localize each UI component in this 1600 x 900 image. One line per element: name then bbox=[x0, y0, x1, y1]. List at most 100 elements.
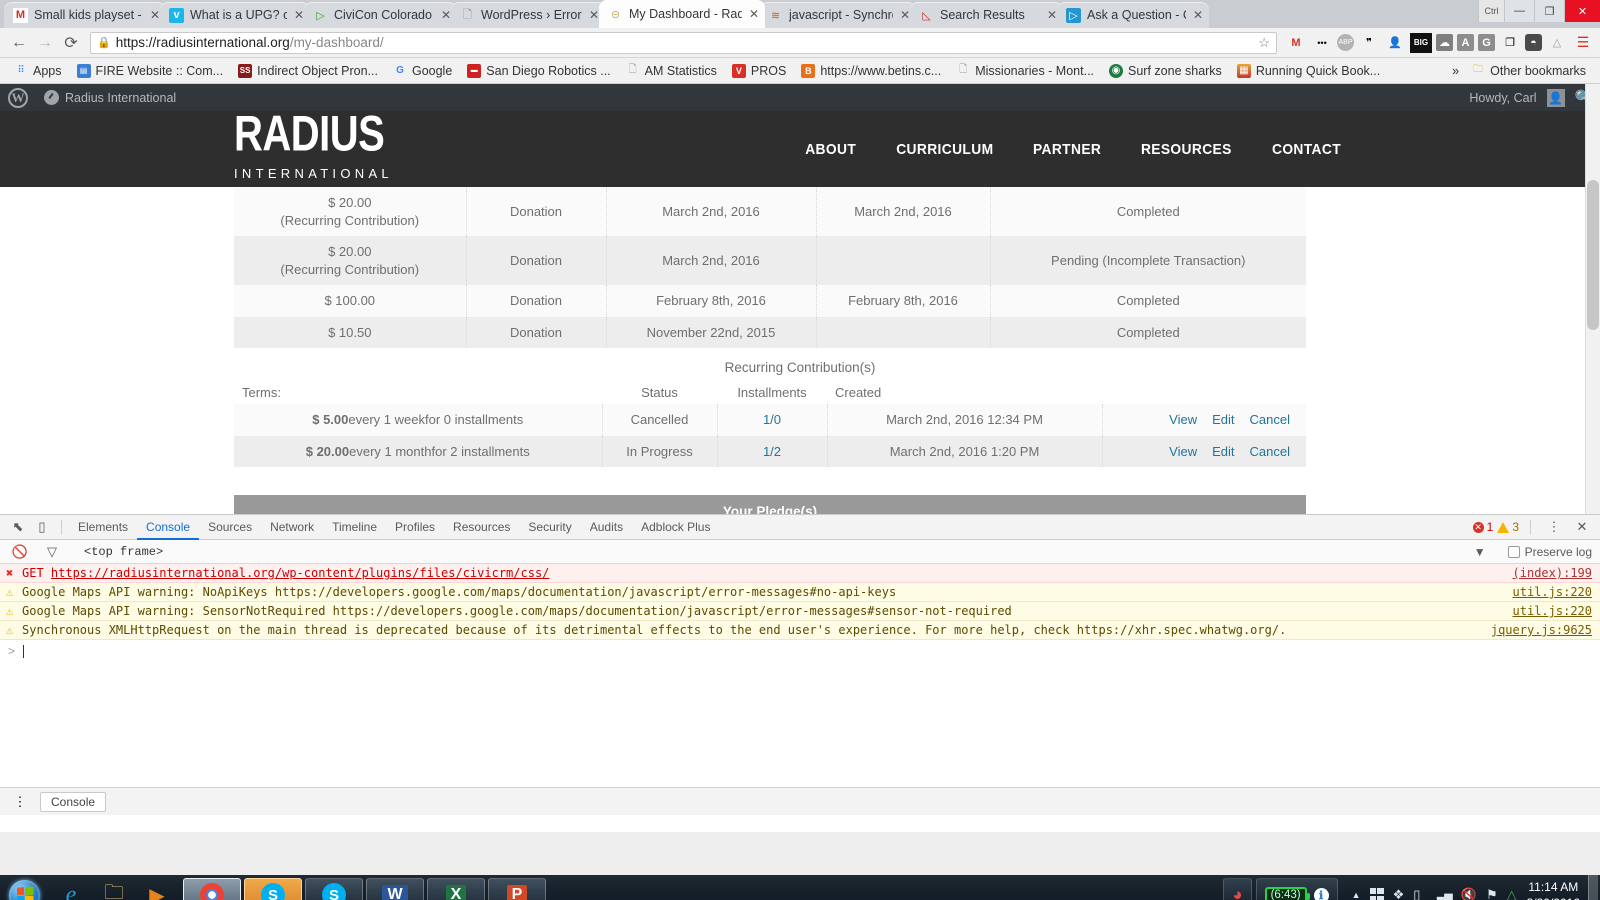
howdy-label[interactable]: Howdy, Carl bbox=[1469, 91, 1536, 105]
bookmark-item[interactable]: ⠿ Apps bbox=[8, 62, 68, 80]
network-share-icon[interactable]: ❖ bbox=[1393, 887, 1405, 900]
browser-tab[interactable]: ≋ javascript - Synchronou ✕ bbox=[759, 2, 916, 28]
bookmark-item[interactable]: ▬ San Diego Robotics ... bbox=[461, 62, 616, 80]
bookmark-star-icon[interactable]: ☆ bbox=[1258, 35, 1270, 51]
volume-muted-icon[interactable]: 🔇 bbox=[1461, 887, 1477, 900]
action-center-alert-icon[interactable]: ◕ bbox=[1232, 885, 1242, 900]
big-icon[interactable]: BIG bbox=[1410, 32, 1432, 53]
action-edit[interactable]: Edit bbox=[1212, 444, 1234, 459]
bookmark-item[interactable]: SS Indirect Object Pron... bbox=[232, 62, 384, 80]
device-toolbar-icon[interactable]: ▯ bbox=[30, 517, 54, 537]
close-tab-icon[interactable]: ✕ bbox=[589, 8, 599, 22]
console-message-source[interactable]: util.js:220 bbox=[1513, 604, 1592, 618]
close-tab-icon[interactable]: ✕ bbox=[900, 8, 910, 22]
filter-icon[interactable]: ▽ bbox=[40, 542, 64, 562]
back-icon[interactable]: ← bbox=[6, 30, 32, 56]
close-tab-icon[interactable]: ✕ bbox=[150, 8, 160, 22]
cloud-icon[interactable]: ☁ bbox=[1436, 34, 1453, 51]
windows-start-orb-icon[interactable] bbox=[2, 877, 46, 900]
action-cancel[interactable]: Cancel bbox=[1250, 412, 1290, 427]
browser-tab[interactable]: ▷ Ask a Question - CiviC ✕ bbox=[1057, 2, 1209, 28]
site-logo[interactable]: RADIUS INTERNATIONAL bbox=[234, 109, 393, 180]
chevron-down-icon[interactable]: ▼ bbox=[1474, 545, 1486, 559]
close-tab-icon[interactable]: ✕ bbox=[1193, 8, 1203, 22]
site-nav-curriculum[interactable]: CURRICULUM bbox=[896, 141, 993, 158]
battery-group[interactable]: (6:43) ℹ bbox=[1255, 878, 1338, 900]
console-message-link[interactable]: https://radiusinternational.org/wp-conte… bbox=[51, 566, 550, 580]
file-explorer-icon[interactable]: 🗀 bbox=[94, 878, 134, 900]
gmail-checker-icon[interactable]: M bbox=[1285, 33, 1307, 53]
devtools-tab-security[interactable]: Security bbox=[519, 515, 580, 540]
site-nav-partner[interactable]: PARTNER bbox=[1033, 141, 1101, 158]
drawer-tab-console[interactable]: Console bbox=[40, 791, 107, 812]
address-bar[interactable]: 🔒 https://radiusinternational.org /my-da… bbox=[90, 31, 1277, 54]
site-nav-about[interactable]: ABOUT bbox=[805, 141, 856, 158]
devtools-menu-icon[interactable]: ⋮ bbox=[1542, 517, 1566, 537]
bookmark-item[interactable]: ▤ FIRE Website :: Com... bbox=[71, 62, 230, 80]
browser-tab[interactable]: 🗋 WordPress › Error ✕ bbox=[451, 2, 605, 28]
browser-tab-active[interactable]: ⊝ My Dashboard - Radiu ✕ bbox=[599, 0, 765, 28]
maximize-button[interactable]: ❐ bbox=[1534, 0, 1564, 22]
skype-business-task[interactable]: S bbox=[305, 878, 363, 900]
copy-icon[interactable]: ❐ bbox=[1499, 33, 1521, 53]
other-bookmarks-folder[interactable]: 🗀 Other bookmarks bbox=[1465, 62, 1592, 80]
google-drive-icon[interactable]: △ bbox=[1546, 33, 1568, 53]
devtools-tab-resources[interactable]: Resources bbox=[444, 515, 519, 540]
installments-link[interactable]: 1/0 bbox=[763, 412, 781, 427]
letter-g-icon[interactable]: G bbox=[1478, 34, 1495, 51]
shield-dark-icon[interactable]: ◓ bbox=[1525, 34, 1542, 51]
bookmark-item[interactable]: Bhttps://www.betins.c... bbox=[795, 62, 947, 80]
chrome-task[interactable]: ◉ bbox=[183, 878, 241, 900]
action-view[interactable]: View bbox=[1169, 444, 1197, 459]
close-tab-icon[interactable]: ✕ bbox=[1047, 8, 1057, 22]
close-tab-icon[interactable]: ✕ bbox=[749, 7, 759, 21]
show-desktop-button[interactable] bbox=[1588, 875, 1598, 900]
close-window-button[interactable]: ✕ bbox=[1564, 0, 1600, 22]
browser-tab[interactable]: ◺ Search Results ✕ bbox=[910, 2, 1063, 28]
close-tab-icon[interactable]: ✕ bbox=[294, 8, 304, 22]
more-dots-icon[interactable]: ••• bbox=[1311, 33, 1333, 53]
devtools-tab-audits[interactable]: Audits bbox=[581, 515, 632, 540]
wp-site-link[interactable]: Radius International bbox=[44, 90, 176, 105]
preserve-log-checkbox[interactable] bbox=[1507, 545, 1520, 558]
internet-explorer-icon[interactable]: e bbox=[51, 878, 91, 900]
devtools-tab-console[interactable]: Console bbox=[137, 515, 200, 540]
console-message-source[interactable]: (index):199 bbox=[1513, 566, 1592, 580]
drawer-menu-icon[interactable]: ⋮ bbox=[8, 792, 32, 812]
media-player-icon[interactable]: ▶ bbox=[137, 878, 177, 900]
browser-tab[interactable]: M Small kids playset - car ✕ bbox=[4, 2, 166, 28]
devtools-tab-timeline[interactable]: Timeline bbox=[323, 515, 386, 540]
devtools-tab-network[interactable]: Network bbox=[261, 515, 323, 540]
bookmarks-overflow-icon[interactable]: » bbox=[1452, 64, 1459, 78]
tray-overflow-icon[interactable]: ▲ bbox=[1352, 890, 1361, 900]
battery-time-indicator[interactable]: (6:43) bbox=[1264, 887, 1310, 900]
hangouts-icon[interactable]: ❞ bbox=[1358, 33, 1380, 53]
inspect-element-icon[interactable]: ⬉ bbox=[6, 517, 30, 537]
signal-icon[interactable]: ▁▃▅ bbox=[1429, 889, 1452, 900]
close-tab-icon[interactable]: ✕ bbox=[441, 8, 451, 22]
action-center-group[interactable]: ◕ bbox=[1223, 878, 1252, 900]
letter-a-icon[interactable]: A bbox=[1457, 34, 1474, 51]
reload-icon[interactable]: ⟳ bbox=[58, 30, 84, 56]
forward-icon[interactable]: → bbox=[32, 30, 58, 56]
console-message-source[interactable]: jquery.js:9625 bbox=[1491, 623, 1592, 637]
devtools-tab-profiles[interactable]: Profiles bbox=[386, 515, 444, 540]
info-icon[interactable]: ℹ bbox=[1313, 887, 1329, 900]
console-prompt[interactable]: > bbox=[0, 640, 1600, 662]
devtools-close-icon[interactable]: ✕ bbox=[1570, 517, 1594, 537]
avatar-icon[interactable]: 👤 bbox=[1546, 88, 1565, 107]
taskbar-clock[interactable]: 11:14 AM 3/30/2016 bbox=[1527, 879, 1588, 900]
preserve-log-toggle[interactable]: Preserve log bbox=[1507, 545, 1592, 559]
skype-task[interactable]: S bbox=[244, 878, 302, 900]
action-edit[interactable]: Edit bbox=[1212, 412, 1234, 427]
excel-task[interactable]: X bbox=[427, 878, 485, 900]
console-message-source[interactable]: util.js:220 bbox=[1513, 585, 1592, 599]
bookmark-item[interactable]: 🗋 AM Statistics bbox=[620, 62, 723, 80]
installments-link[interactable]: 1/2 bbox=[763, 444, 781, 459]
chrome-menu-icon[interactable]: ☰ bbox=[1572, 33, 1594, 53]
bookmark-item[interactable]: ▦ Running Quick Book... bbox=[1231, 62, 1386, 80]
wordpress-logo-icon[interactable]: W bbox=[8, 87, 28, 108]
action-cancel[interactable]: Cancel bbox=[1250, 444, 1290, 459]
adblock-plus-icon[interactable]: ABP bbox=[1337, 34, 1354, 51]
clear-console-icon[interactable]: 🚫 bbox=[8, 542, 32, 562]
